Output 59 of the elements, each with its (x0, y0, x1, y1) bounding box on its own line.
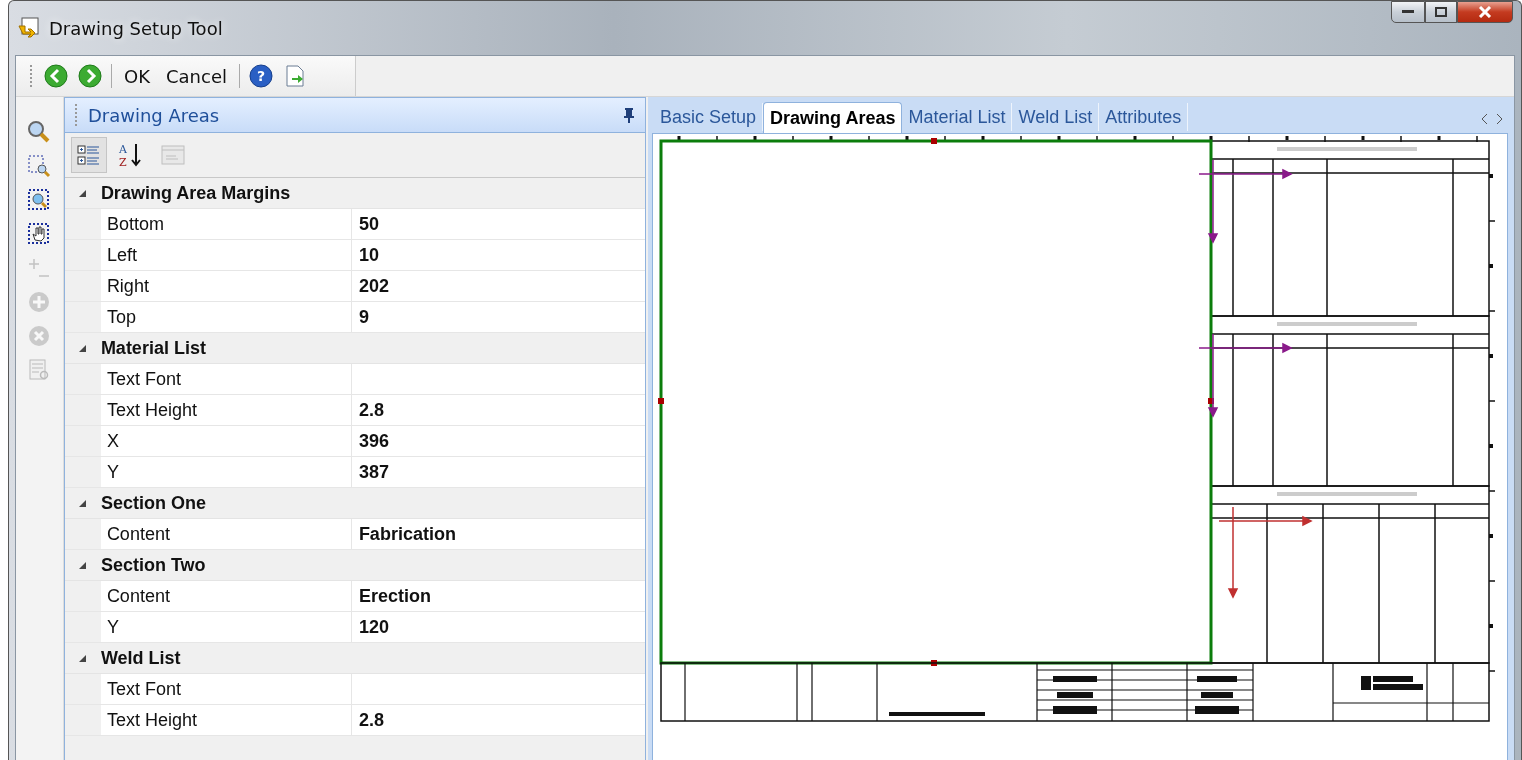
triangle-icon (77, 188, 88, 198)
property-name: X (100, 426, 352, 456)
panel-title: Drawing Areas (87, 104, 221, 126)
property-name: Text Height (100, 395, 352, 425)
triangle-icon (77, 343, 88, 353)
close-button[interactable] (1457, 1, 1513, 23)
scroll-left-icon[interactable] (1480, 113, 1488, 125)
property-name: Content (100, 519, 352, 549)
property-name: Left (100, 240, 352, 270)
view-toggle-button[interactable] (70, 137, 107, 173)
property-value[interactable]: 387 (351, 457, 645, 487)
help-icon[interactable]: ? (247, 63, 274, 89)
toolbar-button[interactable]: Cancel (162, 65, 231, 87)
category-label: Section Two (100, 554, 206, 576)
triangle-icon (77, 498, 88, 508)
pin-icon[interactable] (623, 107, 635, 123)
property-value[interactable]: 2.8 (351, 395, 645, 425)
property-name: Content (100, 581, 352, 611)
forward-arrow-icon[interactable] (77, 63, 103, 89)
property-value[interactable]: 50 (351, 209, 645, 239)
property-value[interactable]: Fabrication (351, 519, 645, 549)
property-value[interactable]: 202 (351, 271, 645, 301)
category-label: Material List (100, 337, 206, 359)
tab[interactable]: Weld List (1012, 103, 1100, 131)
categorized-view-icon (76, 143, 101, 167)
back-arrow-icon[interactable] (43, 63, 69, 89)
minimize-icon (1402, 10, 1414, 14)
category-label: Weld List (100, 647, 181, 669)
triangle-icon (77, 653, 88, 663)
property-pages-icon (160, 144, 185, 166)
property-value[interactable]: 120 (351, 612, 645, 642)
property-name: Y (100, 457, 352, 487)
tab[interactable]: Attributes (1099, 103, 1189, 131)
scroll-right-icon[interactable] (1496, 113, 1504, 125)
category-label: Section One (100, 492, 206, 514)
maximize-icon (1435, 7, 1447, 17)
property-name: Text Height (100, 705, 352, 735)
zoom-area-icon[interactable] (26, 153, 53, 179)
property-value[interactable]: 9 (351, 302, 645, 332)
property-value[interactable]: 10 (351, 240, 645, 270)
toolbar-button[interactable]: OK (120, 65, 154, 87)
property-value[interactable]: 396 (351, 426, 645, 456)
tab[interactable]: Material List (902, 103, 1013, 131)
property-name: Bottom (100, 209, 352, 239)
property-name: Top (100, 302, 352, 332)
tab[interactable]: Drawing Areas (763, 102, 903, 134)
triangle-icon (77, 560, 88, 570)
app-icon (17, 16, 41, 40)
property-name: Text Font (100, 364, 352, 394)
window-title: Drawing Setup Tool (49, 17, 223, 39)
property-name: Right (100, 271, 352, 301)
property-value[interactable]: Erection (351, 581, 645, 611)
close-icon (1478, 6, 1492, 18)
property-value[interactable]: 2.8 (351, 705, 645, 735)
maximize-button[interactable] (1425, 1, 1457, 23)
property-name: Y (100, 612, 352, 642)
category-label: Drawing Area Margins (100, 182, 291, 204)
property-name: Text Font (100, 674, 352, 704)
minimize-button[interactable] (1391, 1, 1425, 23)
